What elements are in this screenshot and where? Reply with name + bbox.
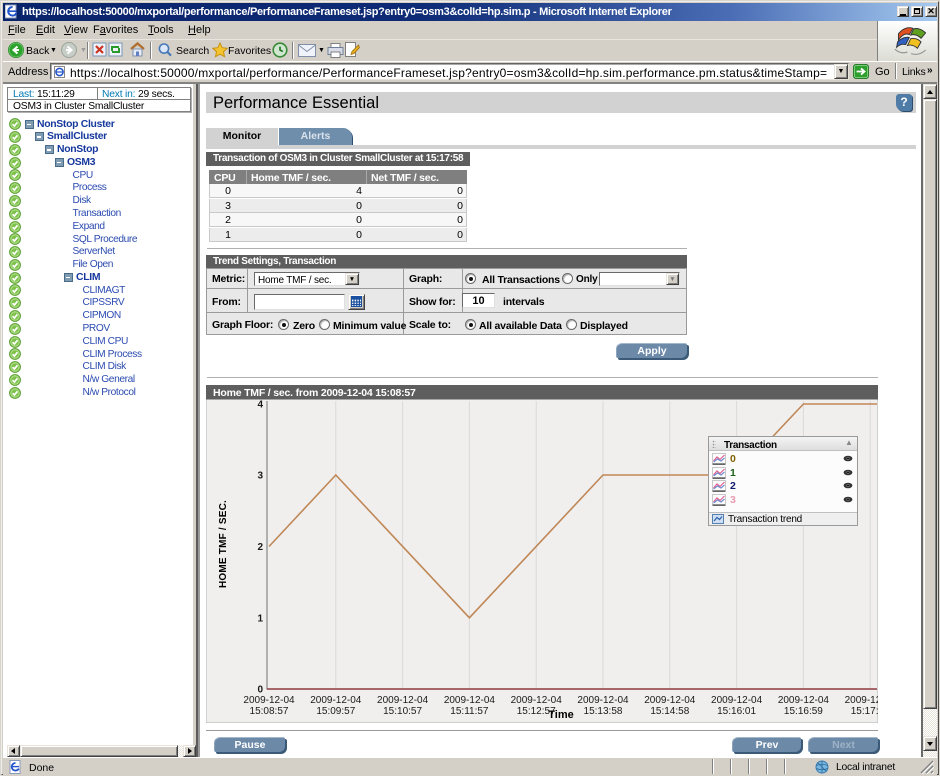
svg-text:15:13:58: 15:13:58 [584, 706, 623, 717]
svg-text:15:09:57: 15:09:57 [316, 706, 355, 717]
svg-text:HOME TMF / SEC.: HOME TMF / SEC. [218, 500, 229, 588]
svg-text:2009-12-04: 2009-12-04 [444, 695, 496, 706]
svg-text:15:17:58: 15:17:58 [851, 706, 878, 717]
svg-text:2009-12-04: 2009-12-04 [845, 695, 878, 706]
svg-text:2009-12-04: 2009-12-04 [577, 695, 629, 706]
svg-text:0: 0 [257, 685, 263, 696]
svg-text:Home TMF / sec. from 2009-12-0: Home TMF / sec. from 2009-12-04 15:08:57 [213, 387, 416, 399]
svg-text:15:14:58: 15:14:58 [650, 706, 689, 717]
svg-text:15:10:57: 15:10:57 [383, 706, 422, 717]
svg-text:4: 4 [257, 400, 263, 411]
svg-text:2009-12-04: 2009-12-04 [377, 695, 429, 706]
svg-text:15:16:59: 15:16:59 [784, 706, 823, 717]
svg-text:2009-12-04: 2009-12-04 [778, 695, 830, 706]
svg-text:15:16:01: 15:16:01 [717, 706, 756, 717]
svg-text:15:11:57: 15:11:57 [450, 706, 489, 717]
svg-text:Time: Time [548, 709, 573, 721]
svg-text:2: 2 [257, 542, 263, 553]
svg-text:1: 1 [257, 613, 263, 624]
svg-text:2009-12-04: 2009-12-04 [711, 695, 763, 706]
svg-text:2009-12-04: 2009-12-04 [243, 695, 295, 706]
svg-text:2009-12-04: 2009-12-04 [644, 695, 696, 706]
svg-text:15:08:57: 15:08:57 [250, 706, 289, 717]
svg-text:2009-12-04: 2009-12-04 [511, 695, 563, 706]
svg-text:3: 3 [257, 471, 263, 482]
svg-text:2009-12-04: 2009-12-04 [310, 695, 362, 706]
